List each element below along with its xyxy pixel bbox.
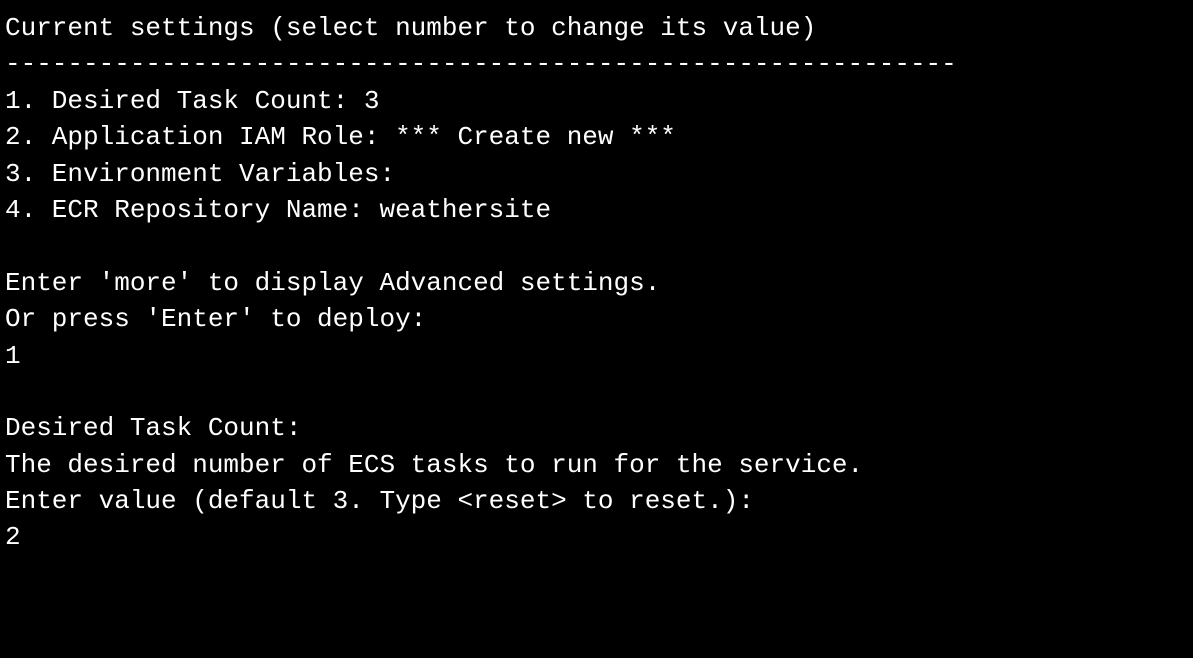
enter-value-prompt: Enter value (default 3. Type <reset> to …	[5, 483, 1188, 519]
detail-description: The desired number of ECS tasks to run f…	[5, 447, 1188, 483]
setting-item-3[interactable]: 3. Environment Variables:	[5, 156, 1188, 192]
separator: ----------------------------------------…	[5, 46, 1188, 82]
user-input-1[interactable]: 1	[5, 338, 1188, 374]
detail-label: Desired Task Count:	[5, 410, 1188, 446]
prompt-enter: Or press 'Enter' to deploy:	[5, 301, 1188, 337]
setting-item-1[interactable]: 1. Desired Task Count: 3	[5, 83, 1188, 119]
setting-item-2[interactable]: 2. Application IAM Role: *** Create new …	[5, 119, 1188, 155]
prompt-more: Enter 'more' to display Advanced setting…	[5, 265, 1188, 301]
blank-line	[5, 374, 1188, 410]
user-input-2[interactable]: 2	[5, 519, 1188, 555]
header-title: Current settings (select number to chang…	[5, 10, 1188, 46]
setting-item-4[interactable]: 4. ECR Repository Name: weathersite	[5, 192, 1188, 228]
blank-line	[5, 228, 1188, 264]
